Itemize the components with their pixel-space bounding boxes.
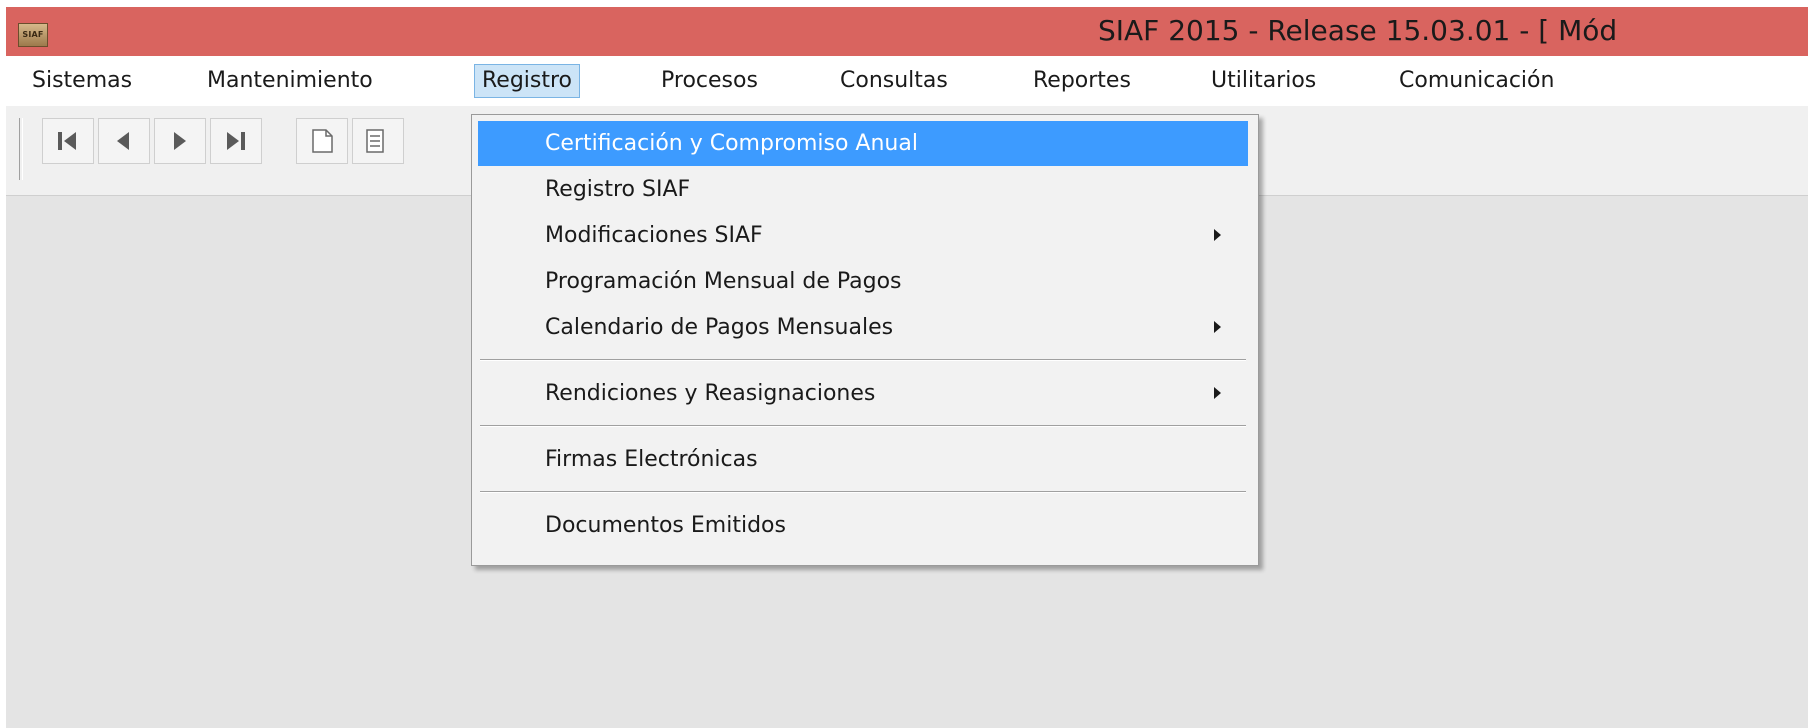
submenu-arrow-icon [1214, 229, 1221, 241]
app-window: SIAF SIAF 2015 - Release 15.03.01 - [ Mó… [6, 7, 1808, 728]
menu-item-documentos-emitidos[interactable]: Documentos Emitidos [478, 503, 1248, 548]
window-title: SIAF 2015 - Release 15.03.01 - [ Mód [1098, 14, 1618, 47]
menu-mantenimiento[interactable]: Mantenimiento [200, 64, 380, 98]
siaf-app-icon[interactable]: SIAF [18, 23, 48, 47]
next-record-icon [174, 132, 186, 150]
menu-item-label: Documentos Emitidos [545, 513, 786, 538]
menu-item-label: Modificaciones SIAF [545, 223, 763, 248]
previous-record-icon [117, 132, 129, 150]
last-record-icon [227, 132, 245, 150]
menu-consultas[interactable]: Consultas [833, 64, 955, 98]
menu-utilitarios[interactable]: Utilitarios [1204, 64, 1323, 98]
document-lines-icon [366, 129, 384, 153]
menu-separator [480, 359, 1246, 361]
submenu-arrow-icon [1214, 321, 1221, 333]
first-record-icon [58, 132, 76, 150]
menu-comunicacion[interactable]: Comunicación [1392, 64, 1561, 98]
title-bar[interactable]: SIAF SIAF 2015 - Release 15.03.01 - [ Mó… [6, 7, 1808, 56]
submenu-arrow-icon [1214, 387, 1221, 399]
menu-separator [480, 491, 1246, 493]
menu-item-calendario-pagos-mensuales[interactable]: Calendario de Pagos Mensuales [478, 305, 1248, 350]
menu-item-label: Registro SIAF [545, 177, 691, 202]
menu-item-programacion-mensual-pagos[interactable]: Programación Mensual de Pagos [478, 259, 1248, 304]
new-document-button[interactable] [296, 118, 348, 164]
menu-procesos[interactable]: Procesos [654, 64, 765, 98]
menu-item-label: Certificación y Compromiso Anual [545, 131, 918, 156]
last-record-button[interactable] [210, 118, 262, 164]
new-document-icon [312, 129, 333, 153]
menu-separator [480, 425, 1246, 427]
menu-item-rendiciones-reasignaciones[interactable]: Rendiciones y Reasignaciones [478, 371, 1248, 416]
first-record-button[interactable] [42, 118, 94, 164]
menu-item-label: Rendiciones y Reasignaciones [545, 381, 876, 406]
menu-item-registro-siaf[interactable]: Registro SIAF [478, 167, 1248, 212]
menu-item-certificacion-compromiso-anual[interactable]: Certificación y Compromiso Anual [478, 121, 1248, 166]
menu-item-label: Calendario de Pagos Mensuales [545, 315, 894, 340]
menu-reportes[interactable]: Reportes [1026, 64, 1138, 98]
menu-sistemas[interactable]: Sistemas [25, 64, 139, 98]
menu-registro[interactable]: Registro [474, 64, 581, 98]
menu-item-label: Programación Mensual de Pagos [545, 269, 902, 294]
previous-record-button[interactable] [98, 118, 150, 164]
menu-bar: Sistemas Mantenimiento Registro Procesos… [6, 56, 1808, 106]
next-record-button[interactable] [154, 118, 206, 164]
open-document-button[interactable] [352, 118, 404, 164]
menu-item-label: Firmas Electrónicas [545, 447, 758, 472]
menu-item-modificaciones-siaf[interactable]: Modificaciones SIAF [478, 213, 1248, 258]
menu-item-firmas-electronicas[interactable]: Firmas Electrónicas [478, 437, 1248, 482]
toolbar-grip[interactable] [19, 118, 23, 180]
registro-dropdown-menu: Certificación y Compromiso Anual Registr… [471, 114, 1259, 566]
